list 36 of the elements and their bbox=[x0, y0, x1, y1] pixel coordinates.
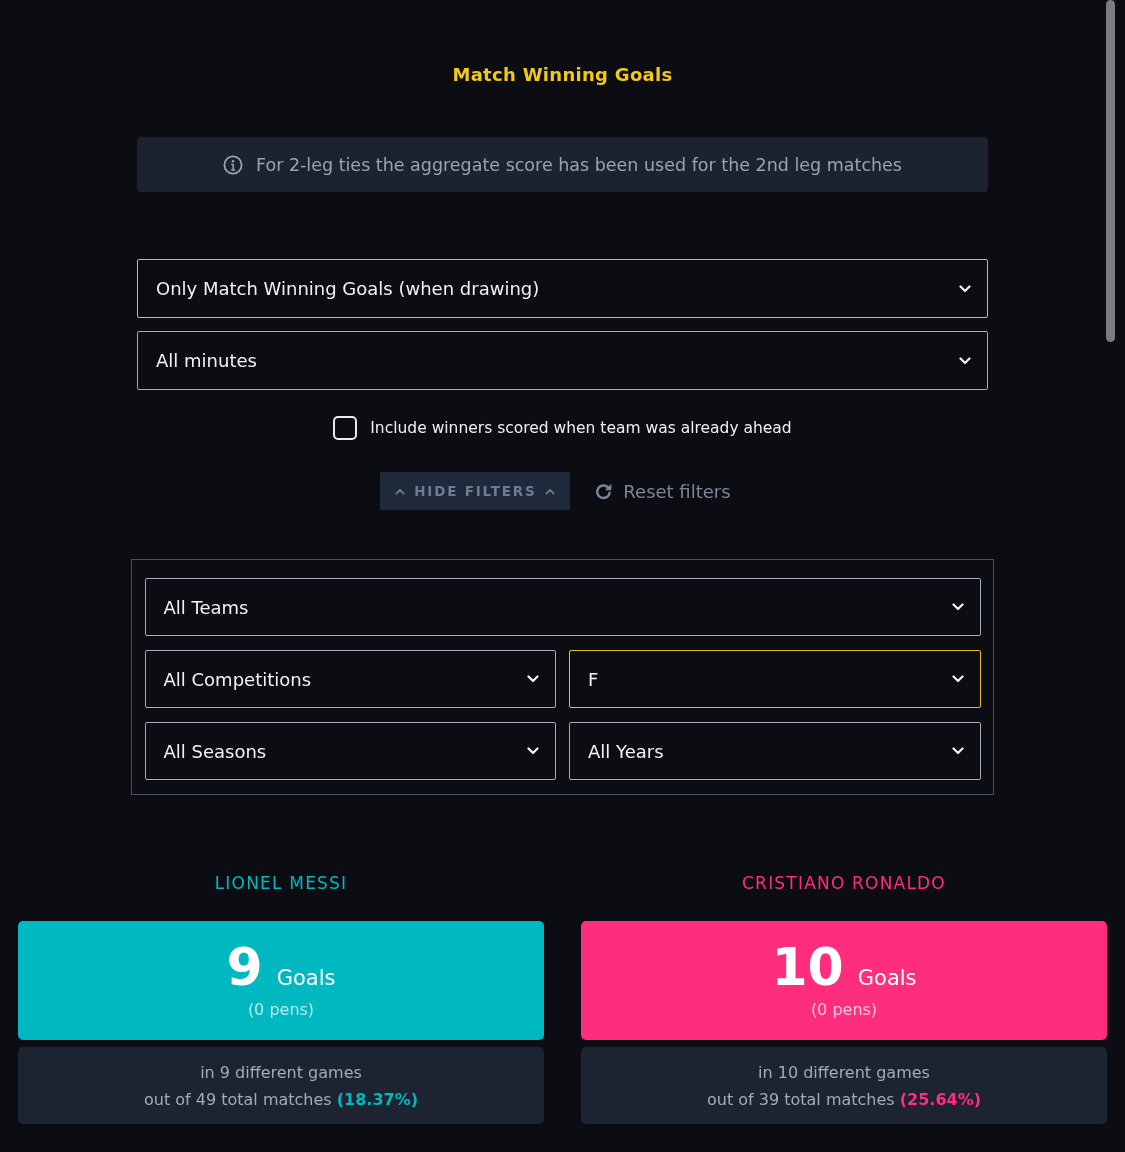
scrollbar-thumb[interactable] bbox=[1106, 0, 1115, 342]
dropdown-select[interactable]: Only Match Winning Goals (when drawing) bbox=[137, 259, 988, 318]
goal-count: 9 bbox=[226, 937, 263, 997]
dropdown-select[interactable]: F bbox=[569, 650, 981, 708]
player-name: LIONEL MESSI bbox=[214, 872, 348, 895]
chevron-down-icon bbox=[951, 603, 964, 611]
chevron-down-icon bbox=[527, 747, 539, 755]
goal-count: 10 bbox=[771, 937, 844, 997]
chevron-down-icon bbox=[951, 675, 964, 683]
matches-text: out of 49 total matches (18.37%) bbox=[143, 1089, 418, 1111]
player-name: CRISTIANO RONALDO bbox=[742, 872, 946, 895]
goals-label: Goals bbox=[857, 965, 917, 991]
dropdown-select[interactable]: All Seasons bbox=[144, 722, 556, 780]
goals-label: Goals bbox=[276, 965, 336, 991]
dropdown-select[interactable]: All minutes bbox=[137, 331, 988, 390]
penalties-count: (0 pens) bbox=[810, 999, 878, 1021]
matches-text: out of 39 total matches (25.64%) bbox=[706, 1089, 981, 1111]
dropdown-select[interactable]: All Teams bbox=[144, 578, 981, 636]
games-text: in 10 different games bbox=[758, 1062, 930, 1084]
games-text: in 9 different games bbox=[200, 1062, 362, 1084]
penalties-count: (0 pens) bbox=[247, 999, 315, 1021]
info-icon bbox=[223, 154, 243, 175]
chevron-down-icon bbox=[959, 284, 971, 293]
chevron-down-icon bbox=[951, 747, 964, 755]
dropdown-select[interactable]: All Years bbox=[569, 722, 981, 780]
checkbox[interactable] bbox=[333, 416, 358, 440]
info-text: For 2-leg ties the aggregate score has been used for the 2nd leg matches bbox=[256, 153, 902, 176]
reset-filters-button[interactable]: Reset filters bbox=[594, 480, 731, 502]
checkbox-label: Include winners scored when team was already ahead bbox=[370, 418, 792, 439]
chevron-up-icon bbox=[545, 487, 556, 495]
page-title: Match Winning Goals bbox=[452, 63, 673, 87]
chevron-up-icon bbox=[395, 487, 406, 495]
dropdown-select[interactable]: All Competitions bbox=[144, 650, 556, 708]
reset-icon bbox=[594, 481, 614, 501]
chevron-down-icon bbox=[527, 675, 539, 683]
chevron-down-icon bbox=[959, 356, 971, 365]
